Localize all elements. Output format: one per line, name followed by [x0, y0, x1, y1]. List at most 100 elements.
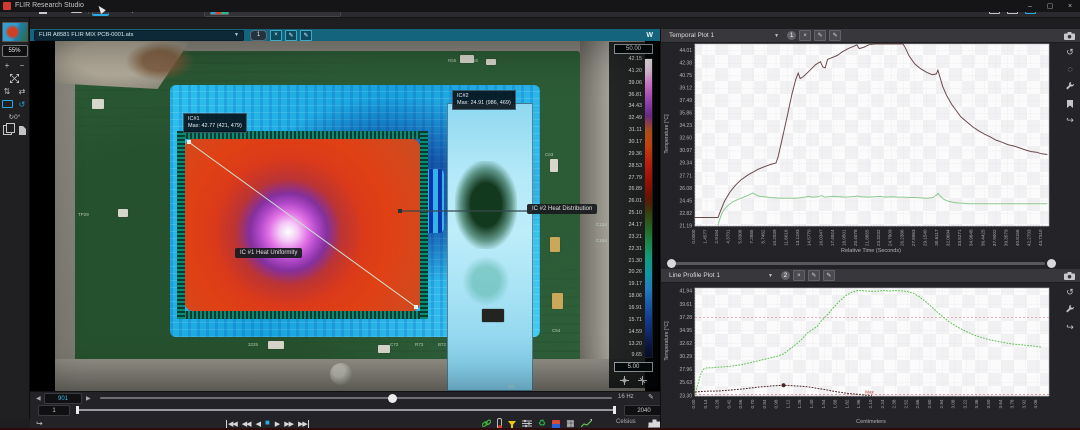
plot-scrollbar[interactable]: [661, 258, 1080, 269]
thermal-image-view[interactable]: R55B58C63TP29C124C104C543225C72R73B72G8 …: [30, 41, 660, 391]
line-profile-chart[interactable]: Max41.9439.6137.2834.9532.6230.2927.9625…: [663, 282, 1059, 428]
plot-snapshot-icon[interactable]: [1064, 272, 1075, 280]
ic2-caption[interactable]: IC #2 Heat Distribution: [527, 204, 597, 214]
copy-image-button[interactable]: [2, 125, 13, 135]
wrench-icon[interactable]: [1065, 82, 1075, 92]
frame-slider-thumb[interactable]: [388, 394, 397, 403]
undo-icon[interactable]: ↺: [1066, 288, 1074, 297]
export-sequence-icon[interactable]: ↪: [36, 419, 43, 428]
fast-forward-button[interactable]: ▶▶: [284, 420, 293, 428]
scrollbar-right-knob[interactable]: [1047, 259, 1056, 268]
close-plot-button[interactable]: ×: [793, 270, 805, 281]
svg-text:14.5770: 14.5770: [807, 229, 812, 246]
copy-icon: [3, 125, 12, 135]
svg-text:2.80: 2.80: [927, 399, 932, 408]
scale-min-value[interactable]: 5.00: [614, 362, 653, 372]
image-tab-title: FLIR A8581 FLIR MIX PCB-0001.ats: [39, 32, 133, 38]
colorbar-tick: 20.26: [609, 270, 642, 275]
svg-text:2.9154: 2.9154: [714, 229, 719, 243]
edit-plot-style-button[interactable]: ✎: [829, 30, 841, 41]
current-frame-field[interactable]: 901: [44, 393, 82, 404]
temporal-plot-badge: 1: [787, 31, 796, 40]
plot-snapshot-icon[interactable]: [1064, 32, 1075, 40]
wrench-icon[interactable]: [1065, 305, 1075, 315]
export-plot-icon[interactable]: ↪: [1066, 116, 1074, 125]
cursor-marker-icon[interactable]: [620, 376, 629, 385]
palette-icon[interactable]: [552, 420, 560, 428]
skip-start-button[interactable]: ◀◀: [226, 420, 237, 428]
zoom-level[interactable]: 55%: [2, 45, 28, 57]
colorbar-tick: 18.06: [609, 294, 642, 299]
sliders-icon[interactable]: [522, 419, 532, 428]
chevron-down-icon[interactable]: ▼: [774, 33, 779, 39]
close-image-button[interactable]: ×: [270, 30, 282, 41]
svg-text:33.5271: 33.5271: [957, 229, 962, 246]
range-end-handle[interactable]: [613, 406, 616, 414]
ic2-roi-label[interactable]: IC#2 Max: 24.91 (986, 469): [452, 90, 516, 110]
edit-image-button[interactable]: ✎: [285, 30, 297, 41]
colorbar-tick: 9.65: [609, 353, 642, 358]
close-button[interactable]: ×: [1060, 0, 1080, 12]
undo-icon[interactable]: ↺: [1066, 48, 1074, 57]
end-frame-field[interactable]: 2040: [624, 405, 664, 416]
scrollbar-track[interactable]: [675, 262, 1045, 265]
mix-blend-icon[interactable]: W: [646, 32, 652, 39]
fit-to-window-button[interactable]: [9, 73, 20, 83]
edit-plot-button[interactable]: ✎: [808, 270, 820, 281]
minimize-button[interactable]: –: [1020, 0, 1040, 12]
skip-end-button[interactable]: ▶▶: [298, 420, 309, 428]
range-slider-track[interactable]: [76, 409, 616, 411]
start-frame-field[interactable]: 1: [38, 405, 70, 416]
temporal-plot-tools: ↺ ◌ ↪: [1059, 42, 1080, 258]
fit-width-button[interactable]: ⇄: [17, 86, 28, 96]
scale-max-value[interactable]: 50.00: [614, 44, 653, 54]
temporal-plot-title[interactable]: Temporal Plot 1: [669, 32, 714, 39]
bookmark-icon[interactable]: [1067, 100, 1073, 108]
frame-prev-button[interactable]: ◀: [36, 395, 41, 402]
fit-height-button[interactable]: ⇅: [2, 86, 13, 96]
zoom-in-button[interactable]: +: [2, 60, 13, 70]
svg-text:0.42: 0.42: [726, 399, 731, 408]
play-button[interactable]: ▶: [275, 420, 279, 428]
svg-text:23.30: 23.30: [679, 393, 692, 399]
edit-plot-style-button[interactable]: ✎: [823, 270, 835, 281]
move-scale-icon[interactable]: [638, 376, 647, 385]
ic1-roi-label[interactable]: IC#1 Max: 42.77 (421, 479): [183, 113, 247, 133]
image-count-badge: 1: [250, 30, 267, 41]
edit-framerate-icon[interactable]: ✎: [648, 393, 654, 401]
line-profile-plot-title[interactable]: Line Profile Plot 1: [669, 272, 720, 279]
close-plot-button[interactable]: ×: [799, 30, 811, 41]
svg-text:Max: Max: [865, 390, 874, 395]
link-icon[interactable]: [482, 419, 491, 428]
filter-icon[interactable]: [508, 421, 516, 426]
svg-text:24.45: 24.45: [679, 198, 692, 204]
profile-chart-icon[interactable]: [581, 419, 592, 428]
zoom-out-button[interactable]: −: [17, 60, 28, 70]
maximize-button[interactable]: ▢: [1040, 0, 1060, 12]
units-label[interactable]: Celsius: [616, 419, 636, 425]
copy-data-button[interactable]: [17, 125, 28, 135]
frame-slider-track[interactable]: [100, 397, 612, 399]
range-start-handle[interactable]: [76, 406, 79, 414]
lasso-select-icon[interactable]: ◌: [1067, 65, 1072, 74]
rotate-button[interactable]: ↻ 0°: [3, 112, 27, 122]
colorbar-tick: 22.31: [609, 247, 642, 252]
chevron-down-icon[interactable]: ▼: [768, 273, 773, 279]
scrollbar-left-knob[interactable]: [667, 259, 676, 268]
step-back-button[interactable]: ◀: [256, 420, 260, 428]
screen-view-button[interactable]: [2, 99, 13, 109]
reset-view-button[interactable]: ↺: [17, 99, 28, 109]
svg-text:24.7809: 24.7809: [888, 229, 893, 246]
frame-next-button[interactable]: ▶: [86, 395, 91, 402]
svg-text:27.71: 27.71: [679, 173, 692, 179]
navigator-thumbnail[interactable]: [2, 22, 28, 42]
ic1-caption[interactable]: IC #1 Heat Uniformity: [235, 248, 302, 258]
edit-plot-button[interactable]: ✎: [814, 30, 826, 41]
image-source-dropdown[interactable]: FLIR A8581 FLIR MIX PCB-0001.ats ▼: [34, 30, 244, 41]
rewind-button[interactable]: ◀◀: [242, 420, 251, 428]
temporal-chart[interactable]: 44.0142.3840.7539.1237.4935.8634.2332.60…: [663, 42, 1059, 252]
edit-palette-button[interactable]: ✎: [300, 30, 312, 41]
export-plot-icon[interactable]: ↪: [1066, 323, 1074, 332]
temperature-scale[interactable]: 50.00 42.1541.2039.0636.8134.4332.4931.1…: [609, 42, 658, 388]
framerate-label[interactable]: 16 Hz: [618, 394, 634, 400]
